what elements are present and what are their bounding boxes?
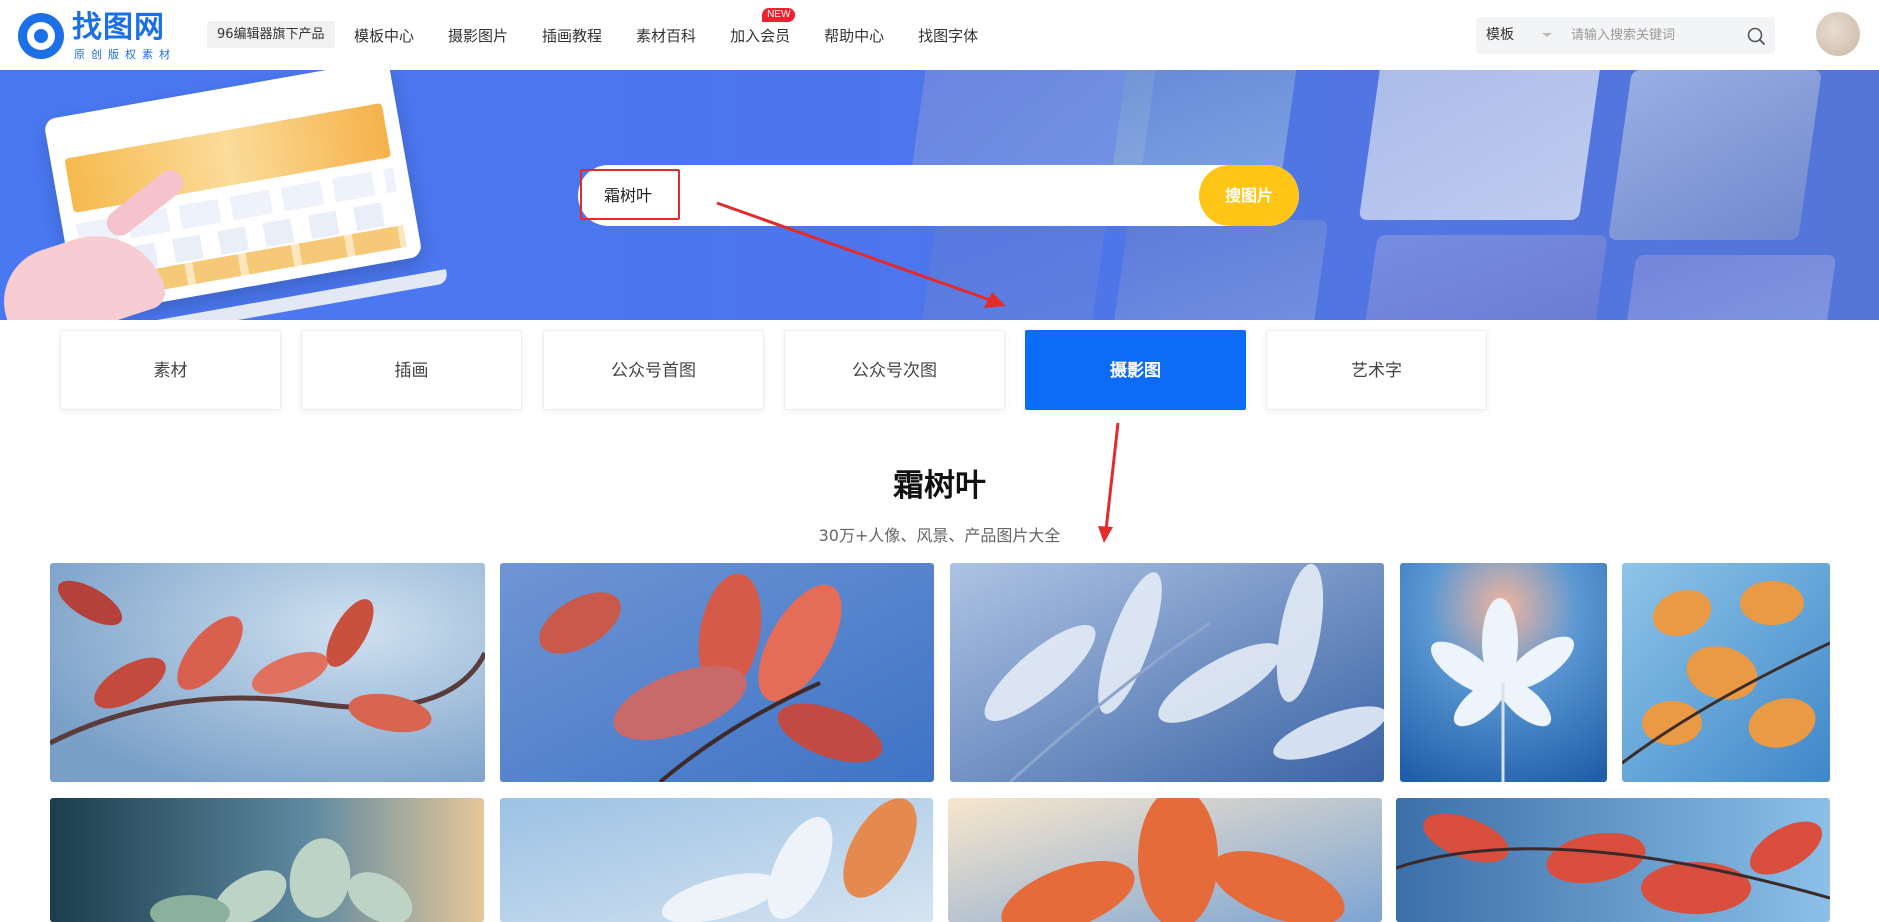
- logo-subtitle: 原创版权素材: [74, 48, 176, 61]
- collage-tile: [1111, 220, 1329, 320]
- user-avatar[interactable]: [1816, 12, 1860, 56]
- image-thumbnail[interactable]: [50, 563, 485, 782]
- frosted-leaves-image: [1622, 563, 1830, 782]
- search-icon[interactable]: [1746, 26, 1766, 46]
- image-thumbnail[interactable]: [1396, 798, 1830, 922]
- hero-banner: 霜树叶 搜图片: [0, 70, 1879, 320]
- collage-tile: [1358, 70, 1602, 220]
- collage-tile: [1623, 255, 1837, 320]
- image-thumbnail[interactable]: [948, 798, 1382, 922]
- tab-photography[interactable]: 摄影图: [1025, 330, 1246, 410]
- frosted-leaves-image: [1396, 798, 1830, 922]
- frosted-leaves-image: [50, 563, 485, 782]
- frosted-leaves-image: [500, 798, 933, 922]
- hero-search-bar: 霜树叶 搜图片: [578, 165, 1299, 226]
- image-thumbnail[interactable]: [1622, 563, 1830, 782]
- hero-search-input[interactable]: 霜树叶: [604, 165, 652, 226]
- nav-item-fonts[interactable]: 找图字体: [918, 25, 978, 46]
- nav-item-photos[interactable]: 摄影图片: [448, 25, 508, 46]
- nav-item-membership[interactable]: 加入会员 NEW: [730, 7, 796, 46]
- header-search-input[interactable]: [1571, 17, 1736, 54]
- frosted-leaves-image: [1400, 563, 1607, 782]
- collage-tile: [1608, 70, 1822, 240]
- frosted-leaves-image: [950, 563, 1384, 782]
- nav-item-templates[interactable]: 模板中心: [354, 25, 414, 46]
- site-logo[interactable]: 找图网 原创版权素材: [18, 11, 178, 61]
- new-badge: NEW: [762, 7, 796, 22]
- search-images-button[interactable]: 搜图片: [1199, 165, 1299, 226]
- image-thumbnail[interactable]: [500, 563, 934, 782]
- logo-text: 找图网: [72, 10, 165, 45]
- tab-wechat-cover[interactable]: 公众号首图: [543, 330, 764, 410]
- tab-illustration[interactable]: 插画: [301, 330, 522, 410]
- main-nav: 模板中心 摄影图片 插画教程 素材百科 加入会员 NEW 帮助中心 找图字体: [354, 0, 1012, 70]
- result-subtitle: 30万+人像、风景、产品图片大全: [818, 526, 1061, 545]
- frosted-leaves-image: [500, 563, 934, 782]
- result-title: 霜树叶: [893, 468, 986, 504]
- image-thumbnail[interactable]: [50, 798, 484, 922]
- image-thumbnail[interactable]: [1400, 563, 1607, 782]
- image-thumbnail[interactable]: [500, 798, 933, 922]
- frosted-leaves-image: [50, 798, 484, 922]
- logo-icon: [18, 13, 64, 59]
- nav-item-membership-label: 加入会员: [730, 26, 791, 45]
- tab-wechat-secondary[interactable]: 公众号次图: [784, 330, 1005, 410]
- header-search: 模板: [1476, 17, 1775, 54]
- collage-tile: [1362, 235, 1608, 320]
- nav-item-material-wiki[interactable]: 素材百科: [636, 25, 696, 46]
- image-thumbnail[interactable]: [950, 563, 1384, 782]
- nav-item-illustration-tutorials[interactable]: 插画教程: [542, 25, 602, 46]
- frosted-leaves-image: [948, 798, 1382, 922]
- tab-art-text[interactable]: 艺术字: [1266, 330, 1487, 410]
- top-header: 找图网 原创版权素材 96编辑器旗下产品 模板中心 摄影图片 插画教程 素材百科…: [0, 0, 1879, 70]
- nav-item-help[interactable]: 帮助中心: [824, 25, 884, 46]
- tab-materials[interactable]: 素材: [60, 330, 281, 410]
- search-category-select[interactable]: 模板: [1486, 17, 1514, 54]
- chevron-down-icon[interactable]: [1539, 27, 1555, 43]
- product-badge[interactable]: 96编辑器旗下产品: [207, 21, 335, 48]
